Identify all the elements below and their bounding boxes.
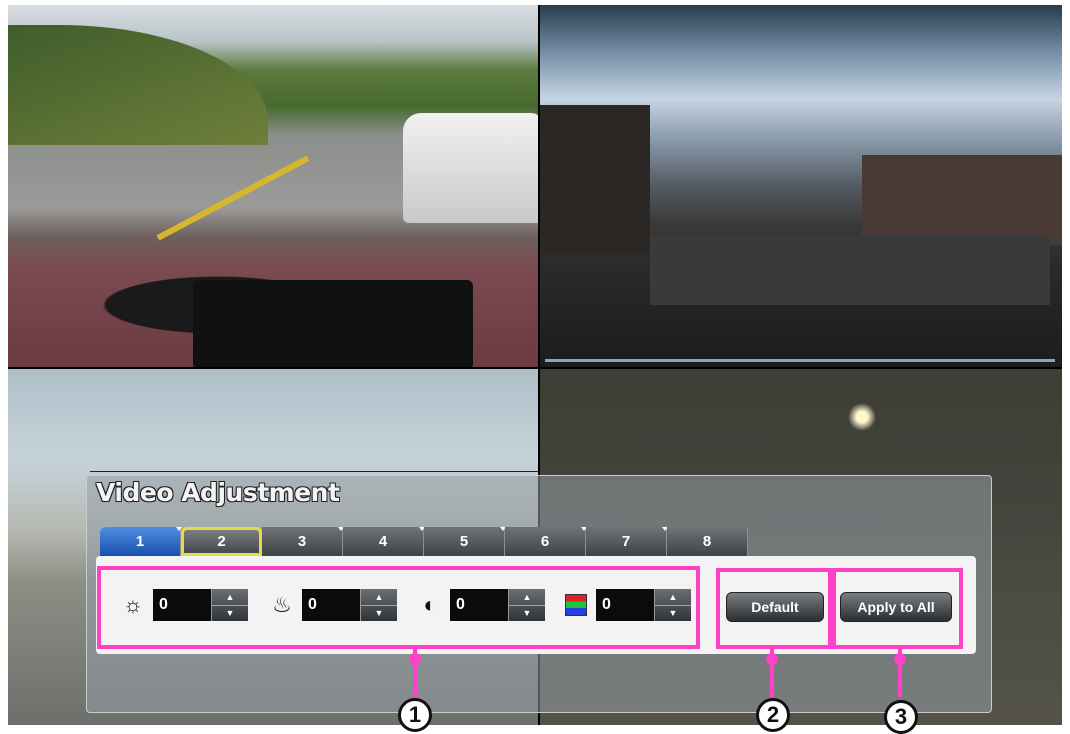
tab-label: 5 [459,533,469,550]
callout-number-3: 3 [884,700,918,734]
callout-highlight-2 [716,568,832,649]
callout-dot-3 [894,653,906,665]
tab-label: 4 [378,533,388,550]
callout-highlight-3 [832,568,963,649]
taxi-car [403,113,538,223]
building [862,155,1062,245]
callout-dot-1 [409,653,421,665]
building [540,105,650,255]
tab-label: 6 [540,533,550,550]
tab-channel-6[interactable]: 6 [505,527,587,556]
callout-highlight-1 [97,566,700,649]
tab-label: 3 [297,533,307,550]
channel-tabs: 1 2 3 4 5 6 7 8 [100,527,748,556]
tab-label: 8 [702,533,712,550]
panel-title: Video Adjustment [96,478,340,507]
tab-channel-5[interactable]: 5 [424,527,506,556]
callout-dot-2 [766,653,778,665]
camera-view-1[interactable] [8,5,538,367]
tab-label: 2 [217,533,226,550]
panel-divider [90,471,538,472]
tab-label: 1 [135,533,145,550]
tab-channel-1[interactable]: 1 [100,527,182,556]
callout-number-2: 2 [756,698,790,732]
road-lane [156,155,310,241]
road [650,235,1050,305]
playback-progress [545,359,1055,362]
tab-label: 7 [621,533,631,550]
camera-view-2[interactable] [540,5,1062,367]
tab-channel-8[interactable]: 8 [667,527,748,556]
callout-number-1: 1 [398,698,432,732]
dashcam-device [193,280,473,367]
tab-channel-2[interactable]: 2 [181,527,262,556]
tab-channel-4[interactable]: 4 [343,527,425,556]
tab-channel-7[interactable]: 7 [586,527,668,556]
tab-channel-3[interactable]: 3 [262,527,344,556]
hill [8,25,268,145]
